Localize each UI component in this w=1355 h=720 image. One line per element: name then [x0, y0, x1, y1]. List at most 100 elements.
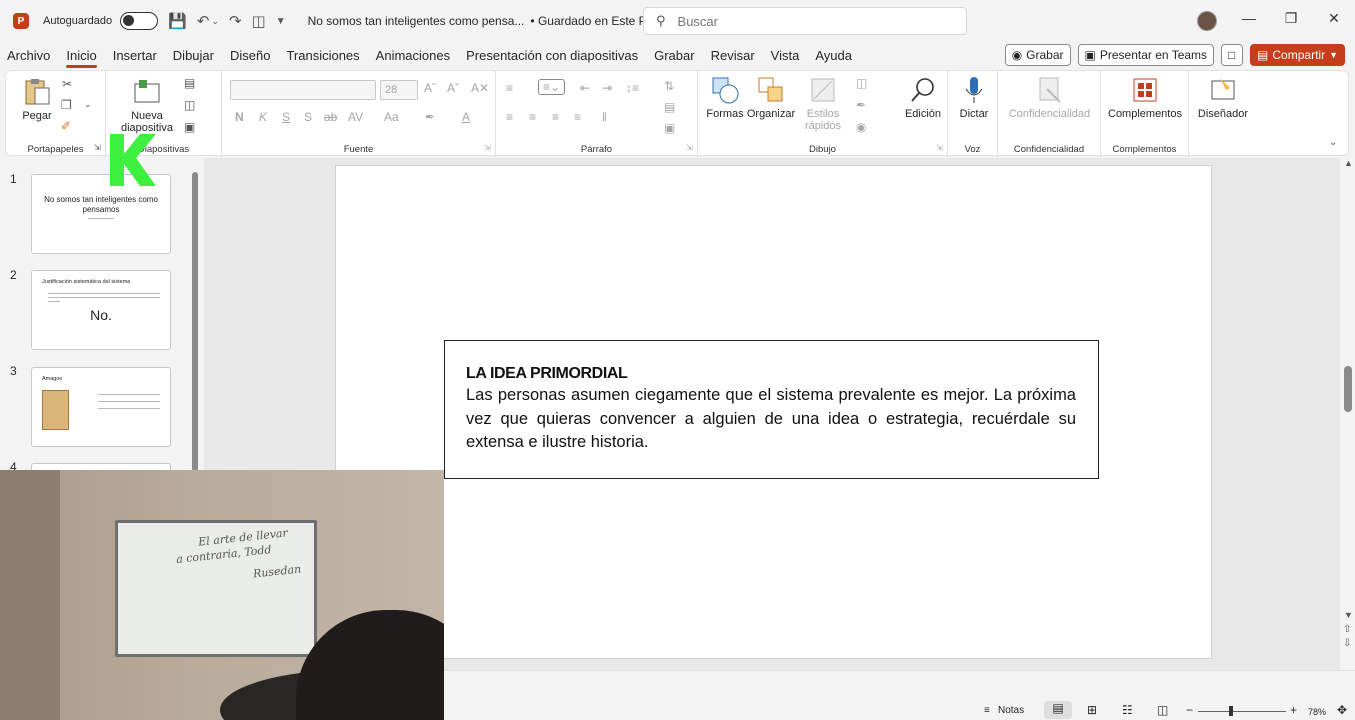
save-icon[interactable]: 💾 — [168, 12, 187, 30]
fit-to-window-icon[interactable]: ✥ — [1337, 703, 1347, 717]
cut-icon[interactable]: ✂ — [62, 77, 72, 91]
quick-styles-button[interactable]: Estilos rápidos — [798, 75, 848, 132]
collapse-ribbon-icon[interactable]: ⌄ — [1329, 137, 1337, 148]
zoom-slider[interactable] — [1198, 711, 1286, 712]
comments-button[interactable]: □ — [1221, 44, 1244, 66]
tab-vista[interactable]: Vista — [763, 42, 808, 70]
text-direction-icon[interactable]: ⇅ — [664, 79, 674, 93]
thumbnail-slide-1[interactable]: No somos tan inteligentes como pensamos — [31, 174, 171, 254]
layout-icon[interactable]: ▤ — [184, 76, 195, 90]
record-button[interactable]: ◉ Grabar — [1004, 44, 1071, 66]
tab-transiciones[interactable]: Transiciones — [278, 42, 367, 70]
zoom-out-button[interactable]: − — [1186, 703, 1193, 717]
increase-font-icon[interactable]: Aˆ — [424, 81, 436, 95]
minimize-icon[interactable]: — — [1234, 10, 1264, 26]
align-right-icon[interactable]: ≡ — [552, 110, 559, 124]
justify-icon[interactable]: ≡ — [574, 110, 581, 124]
editing-button[interactable]: Edición — [901, 75, 945, 120]
scroll-down-icon[interactable]: ▼ — [1344, 610, 1353, 620]
align-text-icon[interactable]: ▤ — [664, 100, 675, 114]
underline-button[interactable]: S — [282, 110, 290, 124]
reading-view-icon[interactable]: ☷ — [1122, 703, 1133, 717]
char-spacing-button[interactable]: AV — [348, 110, 363, 124]
tab-grabar[interactable]: Grabar — [646, 42, 702, 70]
slideshow-icon[interactable]: ◫ — [1157, 703, 1168, 717]
tab-inicio[interactable]: Inicio — [58, 42, 104, 70]
undo-dropdown-icon[interactable]: ⌄ — [211, 16, 219, 27]
slide-body-text[interactable]: Las personas asumen ciegamente que el si… — [466, 384, 1076, 455]
bold-button[interactable]: N — [235, 110, 244, 124]
scrollbar-thumb[interactable] — [1344, 366, 1352, 412]
customize-toolbar-icon[interactable]: ▼ — [276, 16, 286, 27]
shape-outline-icon[interactable]: ✒ — [856, 98, 866, 112]
slide-text-box[interactable]: LA IDEA PRIMORDIAL Las personas asumen c… — [444, 340, 1099, 479]
align-left-icon[interactable]: ≡ — [506, 110, 513, 124]
tab-insertar[interactable]: Insertar — [105, 42, 165, 70]
zoom-slider-thumb[interactable] — [1229, 706, 1233, 716]
dialog-launcher-icon[interactable]: ⇲ — [484, 143, 491, 152]
save-status[interactable]: • Guardado en Este PC — [530, 14, 655, 28]
align-center-icon[interactable]: ≡ — [529, 110, 536, 124]
zoom-in-button[interactable]: + — [1290, 703, 1297, 717]
change-case-button[interactable]: Aa — [384, 110, 399, 124]
clear-format-icon[interactable]: A✕ — [471, 81, 489, 95]
tab-ayuda[interactable]: Ayuda — [807, 42, 860, 70]
dialog-launcher-icon[interactable]: ⇲ — [936, 143, 943, 152]
next-slide-icon[interactable]: ⇩ — [1343, 638, 1351, 649]
tab-diseno[interactable]: Diseño — [222, 42, 278, 70]
copy-icon[interactable]: ❐ — [61, 98, 72, 112]
present-from-start-icon[interactable]: ◫ — [252, 12, 266, 30]
vertical-scrollbar[interactable]: ▲ ▼ ⇧ ⇩ — [1342, 158, 1355, 670]
avatar[interactable] — [1197, 11, 1217, 31]
thumbnail-slide-2[interactable]: Justificación sistemática del sistema No… — [31, 270, 171, 350]
share-button[interactable]: ▤ Compartir ▼ — [1250, 44, 1345, 66]
dialog-launcher-icon[interactable]: ⇲ — [686, 143, 693, 152]
strikethrough-button[interactable]: ab — [324, 110, 337, 124]
notes-button[interactable]: Notas — [998, 705, 1024, 716]
search-box[interactable]: ⚲ — [643, 7, 967, 35]
decrease-font-icon[interactable]: Aˇ — [447, 81, 459, 95]
smartart-icon[interactable]: ▣ — [664, 121, 675, 135]
shape-fill-icon[interactable]: ◫ — [856, 76, 867, 90]
undo-icon[interactable]: ↶ — [197, 12, 210, 30]
shapes-button[interactable]: Formas — [706, 75, 744, 120]
designer-button[interactable]: Diseñador — [1196, 75, 1250, 120]
present-in-teams-button[interactable]: ▣ Presentar en Teams — [1077, 44, 1215, 66]
reset-icon[interactable]: ◫ — [184, 98, 195, 112]
normal-view-icon[interactable]: ▤ — [1044, 701, 1072, 719]
arrange-button[interactable]: Organizar — [746, 75, 796, 120]
italic-button[interactable]: K — [259, 110, 267, 124]
bullets-icon[interactable]: ≡ — [506, 81, 513, 95]
thumbnail-scrollbar[interactable] — [192, 172, 198, 472]
notes-icon[interactable]: ≡ — [984, 705, 990, 716]
tab-dibujar[interactable]: Dibujar — [165, 42, 222, 70]
previous-slide-icon[interactable]: ⇧ — [1343, 624, 1351, 635]
section-icon[interactable]: ▣ — [184, 120, 195, 134]
shadow-button[interactable]: S — [304, 110, 312, 124]
tab-archivo[interactable]: Archivo — [0, 42, 58, 70]
tab-animaciones[interactable]: Animaciones — [368, 42, 458, 70]
highlight-icon[interactable]: ✒ — [425, 110, 435, 124]
slide-sorter-icon[interactable]: ⊞ — [1087, 703, 1097, 717]
font-size-box[interactable]: 28 — [380, 80, 418, 100]
format-painter-icon[interactable]: ✐ — [61, 119, 71, 133]
font-color-icon[interactable]: A — [462, 110, 470, 124]
new-slide-button[interactable]: Nueva diapositiva — [112, 77, 182, 134]
increase-indent-icon[interactable]: ⇥ — [602, 81, 612, 95]
dialog-launcher-icon[interactable]: ⇲ — [94, 143, 101, 152]
tab-revisar[interactable]: Revisar — [703, 42, 763, 70]
sensitivity-button[interactable]: Confidencialidad — [1002, 75, 1097, 120]
decrease-indent-icon[interactable]: ⇤ — [580, 81, 590, 95]
redo-icon[interactable]: ↷ — [229, 12, 242, 30]
font-name-box[interactable] — [230, 80, 376, 100]
thumbnail-slide-3[interactable]: Amagos — [31, 367, 171, 447]
shape-effects-icon[interactable]: ◉ — [856, 120, 866, 134]
slide-heading[interactable]: LA IDEA PRIMORDIAL — [466, 365, 1076, 383]
document-title[interactable]: No somos tan inteligentes como pensa... — [308, 14, 525, 28]
dictate-button[interactable]: Dictar — [954, 75, 994, 120]
columns-icon[interactable]: ‖ — [602, 110, 607, 124]
line-spacing-icon[interactable]: ↕≡ — [626, 81, 639, 95]
copy-dropdown-icon[interactable]: ⌄ — [84, 99, 92, 110]
paste-button[interactable]: Pegar — [18, 77, 56, 122]
restore-icon[interactable]: ❐ — [1276, 10, 1306, 27]
